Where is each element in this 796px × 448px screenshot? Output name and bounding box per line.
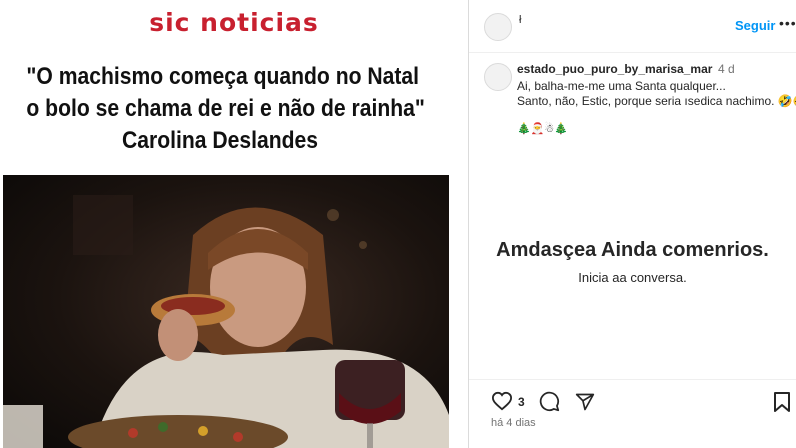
author-username[interactable]: ł	[519, 14, 521, 26]
like-heart-icon[interactable]	[491, 391, 513, 411]
comment-emojis: 🎄🎅☃🎄	[517, 123, 568, 135]
commenter-username[interactable]: estado_puo_puro_by_marisa_mar	[517, 62, 712, 76]
follow-button[interactable]: Seguir	[735, 18, 775, 33]
comment-time: 4 d	[718, 62, 735, 76]
headline-quote: "O machismo começa quando no Natal o bol…	[0, 61, 440, 157]
quote-line: o bolo se chama de rei e não de rainha"	[26, 95, 425, 122]
more-options-icon[interactable]: •••	[779, 15, 796, 31]
like-count: 3	[518, 395, 525, 409]
empty-comments-title: Amdasçea Ainda comenrios.	[496, 239, 769, 261]
comments-panel: ł Seguir ••• estado_puo_puro_by_marisa_m…	[469, 0, 796, 448]
comment-text-line: Ai, balha-me-me uma Santa qualquer...	[517, 79, 726, 93]
author-avatar[interactable]	[484, 13, 512, 41]
header-divider	[469, 52, 796, 53]
share-icon[interactable]	[575, 392, 595, 412]
empty-comments-subtitle: Inicia aa conversa.	[578, 270, 687, 285]
quote-line: "O machismo começa quando no Natal	[26, 63, 420, 90]
sic-noticias-logo: sic noticias	[149, 8, 319, 37]
actions-divider	[469, 379, 796, 380]
save-bookmark-icon[interactable]	[774, 392, 790, 412]
quote-author: Carolina Deslandes	[121, 127, 319, 154]
comment-icon[interactable]	[539, 391, 560, 412]
post-media[interactable]: sic noticias "O machismo começa quando n…	[0, 0, 468, 448]
comment-text-line: Santo, não, Estic, porque seria ısedica …	[517, 94, 796, 108]
post-photo	[3, 175, 449, 448]
post-date: há 4 dias	[491, 417, 536, 429]
commenter-avatar[interactable]	[484, 63, 512, 91]
